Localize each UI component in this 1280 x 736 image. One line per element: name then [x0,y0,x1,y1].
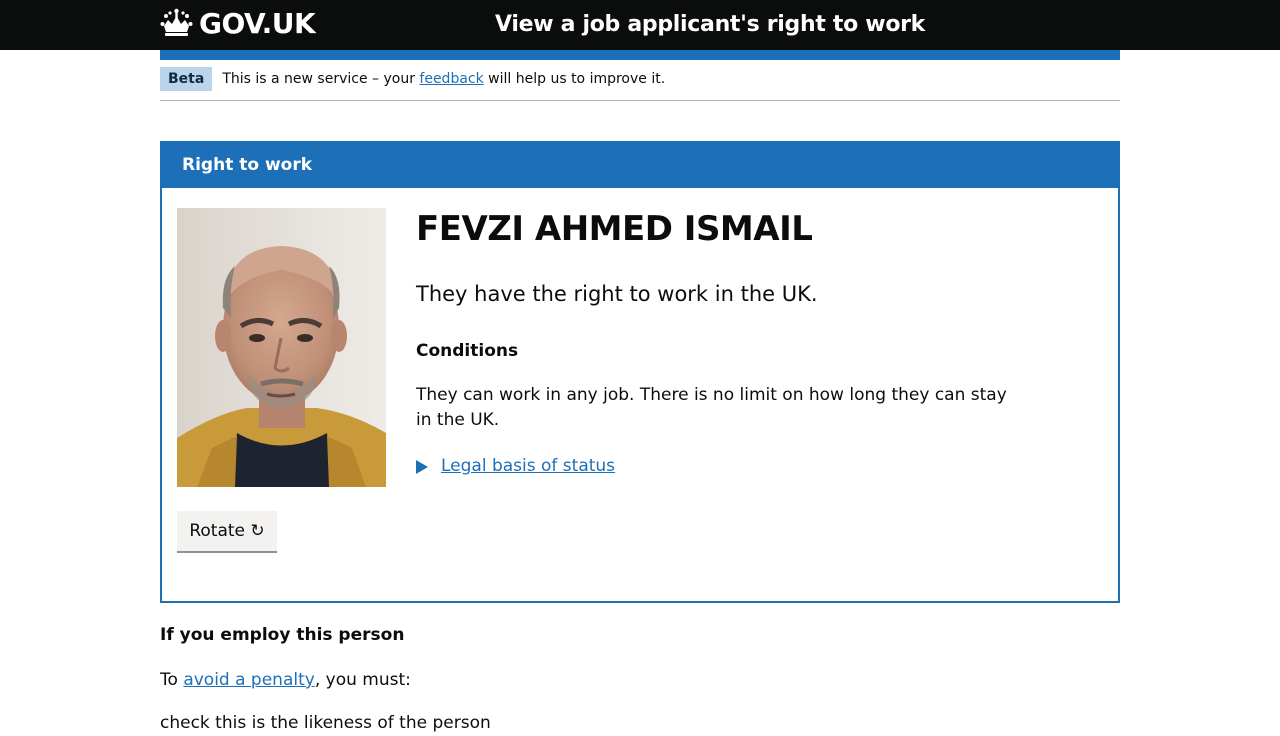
phase-banner-text: This is a new service – your feedback wi… [222,69,665,89]
legal-basis-summary-text: Legal basis of status [441,456,616,476]
logo-text: GOV.UK [199,7,316,40]
penalty-text-after: , you must: [314,670,411,690]
avoid-penalty-link[interactable]: avoid a penalty [183,670,315,690]
rotate-button[interactable]: Rotate ↻ [177,511,277,551]
header-blue-stripe [160,50,1120,60]
right-to-work-panel: Right to work Rotate ↻ FEVZI AHMED ISMAI… [160,141,1120,603]
service-name-link[interactable]: View a job applicant's right to work [495,8,925,42]
phase-text-after: will help us to improve it. [483,71,666,87]
checklist-first-item: check this is the likeness of the person [160,713,491,733]
feedback-link[interactable]: feedback [419,71,483,87]
employ-heading: If you employ this person [160,625,405,645]
conditions-heading: Conditions [416,341,519,361]
conditions-text: They can work in any job. There is no li… [416,385,1007,430]
person-name: FEVZI AHMED ISMAIL [416,209,813,249]
triangle-right-icon [416,459,428,474]
site-header: GOV.UK View a job applicant's right to w… [0,0,1280,50]
crown-icon [160,8,193,40]
penalty-paragraph: To avoid a penalty, you must: [160,668,411,693]
panel-heading: Right to work [162,143,1118,188]
status-text: They have the right to work in the UK. [416,282,818,306]
applicant-photo [177,208,386,487]
beta-tag: Beta [160,67,213,91]
phase-banner: Beta This is a new service – your feedba… [160,60,1120,101]
govuk-logo-link[interactable]: GOV.UK [160,6,316,42]
penalty-text-before: To [160,670,184,690]
legal-basis-details-toggle[interactable]: Legal basis of status [416,454,615,479]
phase-text-before: This is a new service – your [222,71,420,87]
